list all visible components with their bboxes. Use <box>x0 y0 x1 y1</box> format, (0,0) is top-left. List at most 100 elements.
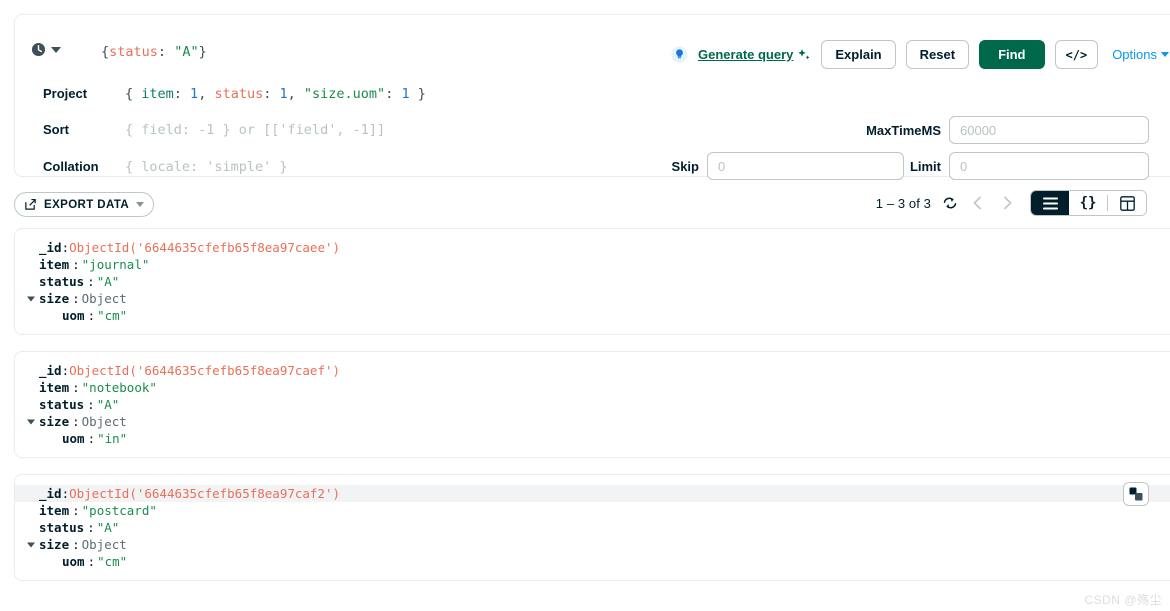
skip-input[interactable] <box>707 152 904 180</box>
generate-query-label: Generate query <box>698 47 794 62</box>
document-field: uom: "cm" <box>15 553 1170 570</box>
skip-label: Skip <box>671 158 699 174</box>
document-field: status: "A" <box>15 519 1170 536</box>
options-toggle[interactable]: Options <box>1112 47 1169 62</box>
field-key: item <box>39 257 70 272</box>
maxtimems-field: MaxTimeMS <box>866 116 1149 144</box>
field-separator: : <box>87 520 95 535</box>
filter-colon: : <box>157 44 175 60</box>
document-field: size: Object <box>15 536 1170 553</box>
document-field: _id: ObjectId('6644635cfefb65f8ea97caef'… <box>15 362 1170 379</box>
field-key: uom <box>62 308 85 323</box>
document-card[interactable]: _id: ObjectId('6644635cfefb65f8ea97caef'… <box>14 351 1170 458</box>
export-icon <box>24 198 37 211</box>
field-value: "in" <box>97 431 128 446</box>
document-field: uom: "cm" <box>15 307 1170 324</box>
pagination-controls: 1 – 3 of 3 {} <box>876 190 1147 216</box>
documents-toolbar: EXPORT DATA 1 – 3 of 3 {} <box>0 190 1170 222</box>
generate-query-button[interactable]: Generate query <box>698 47 811 62</box>
field-separator: : <box>87 308 96 323</box>
lightbulb-icon[interactable] <box>671 46 688 63</box>
field-separator: : <box>61 363 70 378</box>
filter-value: "A" <box>174 44 199 60</box>
chevron-down-icon <box>1161 52 1169 57</box>
field-key: uom <box>62 431 85 446</box>
field-value: "A" <box>96 274 120 289</box>
field-key: uom <box>62 554 85 569</box>
query-bar: {status: "A"} Project { item: 1, status:… <box>14 14 1170 180</box>
document-field: size: Object <box>15 290 1170 307</box>
view-mode-toggle: {} <box>1030 190 1147 216</box>
export-to-language-button[interactable]: </> <box>1054 40 1099 69</box>
field-separator: : <box>72 537 80 552</box>
document-field: size: Object <box>15 413 1170 430</box>
field-key: status <box>39 520 85 535</box>
maxtimems-input[interactable] <box>949 116 1149 144</box>
document-count: 1 – 3 of 3 <box>875 195 931 211</box>
limit-label: Limit <box>909 158 941 174</box>
collation-input[interactable]: { locale: 'simple' } <box>125 158 288 176</box>
field-value: "A" <box>96 397 120 412</box>
document-field: status: "A" <box>15 396 1170 413</box>
previous-page-button[interactable] <box>969 194 987 212</box>
document-card[interactable]: _id: ObjectId('6644635cfefb65f8ea97caee'… <box>14 228 1170 335</box>
document-field: item: "journal" <box>15 256 1170 273</box>
expand-toggle-icon[interactable] <box>27 542 35 547</box>
field-key: _id <box>39 240 62 255</box>
filter-input[interactable]: {status: "A"} <box>101 43 207 61</box>
view-mode-list[interactable] <box>1031 191 1069 215</box>
next-page-button[interactable] <box>998 194 1016 212</box>
field-separator: : <box>87 397 95 412</box>
field-value: ObjectId('6644635cfefb65f8ea97caee') <box>69 240 341 255</box>
field-separator: : <box>61 486 70 501</box>
expand-toggle-icon[interactable] <box>27 419 35 424</box>
explain-button[interactable]: Explain <box>821 40 896 69</box>
skip-field: Skip <box>672 152 904 180</box>
field-value: "cm" <box>97 554 128 569</box>
limit-input[interactable] <box>949 152 1149 180</box>
watermark: CSDN @殇尘 <box>1084 593 1162 607</box>
field-key: status <box>39 274 85 289</box>
field-value: ObjectId('6644635cfefb65f8ea97caf2') <box>69 486 341 501</box>
filter-open-brace: { <box>101 44 110 60</box>
filter-key: status <box>109 44 158 60</box>
document-field: item: "postcard" <box>15 502 1170 519</box>
field-key: _id <box>39 486 62 501</box>
maxtimems-label: MaxTimeMS <box>866 122 941 138</box>
chevron-down-icon <box>136 202 145 207</box>
query-actions: Generate query Explain Reset Find </> Op… <box>671 40 1169 69</box>
project-label: Project <box>43 86 88 101</box>
field-value: ObjectId('6644635cfefb65f8ea97caef') <box>69 363 341 378</box>
compass-documents-view: {status: "A"} Project { item: 1, status:… <box>0 0 1170 611</box>
reset-button[interactable]: Reset <box>905 40 970 69</box>
field-separator: : <box>87 431 96 446</box>
document-field: uom: "in" <box>15 430 1170 447</box>
view-mode-json[interactable]: {} <box>1069 191 1107 215</box>
field-value: "postcard" <box>81 503 157 518</box>
document-field: _id: ObjectId('6644635cfefb65f8ea97caf2'… <box>15 485 1170 502</box>
refresh-icon[interactable] <box>942 195 958 211</box>
field-key: _id <box>39 363 62 378</box>
document-card[interactable]: _id: ObjectId('6644635cfefb65f8ea97caf2'… <box>14 474 1170 581</box>
field-value: "A" <box>96 520 120 535</box>
field-key: size <box>39 537 70 552</box>
export-data-button[interactable]: EXPORT DATA <box>14 192 155 217</box>
filter-close-brace: } <box>198 44 207 60</box>
document-field: _id: ObjectId('6644635cfefb65f8ea97caee'… <box>15 239 1170 256</box>
chevron-down-icon <box>51 46 61 53</box>
field-value: Object <box>81 291 127 306</box>
query-history-button[interactable] <box>31 42 61 57</box>
project-input[interactable]: { item: 1, status: 1, "size.uom": 1 } <box>125 85 426 103</box>
expand-toggle-icon[interactable] <box>27 296 35 301</box>
field-separator: : <box>72 380 80 395</box>
field-separator: : <box>61 240 70 255</box>
sparkle-icon <box>797 48 811 62</box>
export-data-label: EXPORT DATA <box>44 198 130 211</box>
find-button[interactable]: Find <box>979 40 1045 69</box>
field-key: item <box>39 380 70 395</box>
view-mode-table[interactable] <box>1108 191 1146 215</box>
field-separator: : <box>72 257 80 272</box>
copy-document-icon[interactable] <box>1123 482 1149 506</box>
field-separator: : <box>87 554 96 569</box>
sort-input[interactable]: { field: -1 } or [['field', -1]] <box>125 121 385 139</box>
